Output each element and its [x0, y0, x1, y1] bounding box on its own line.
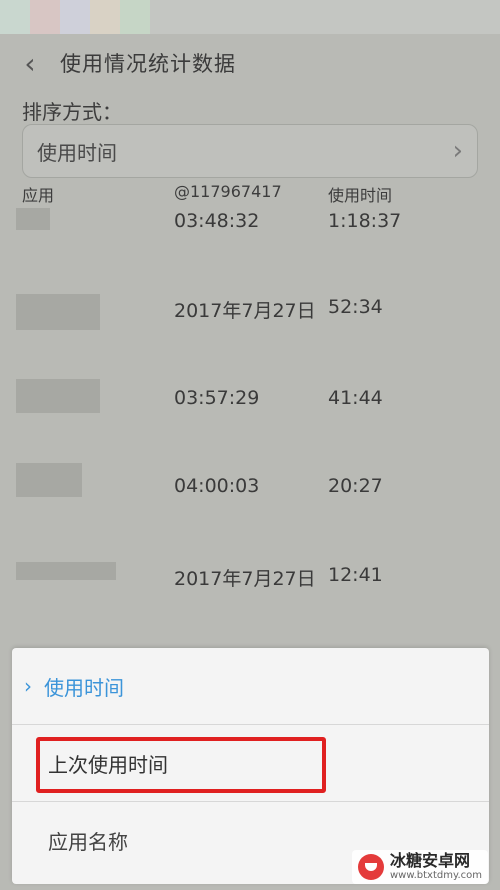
sort-option-usage-time[interactable]: › 使用时间: [12, 648, 489, 724]
app-name-redacted: [16, 562, 116, 580]
table-row[interactable]: 03:48:32 1:18:37: [0, 206, 500, 236]
table-row[interactable]: 03:57:29 41:44: [0, 379, 500, 413]
duration-cell: 41:44: [328, 387, 383, 409]
table-header: 应用 @117967417 使用时间: [0, 180, 500, 206]
app-name-redacted: [16, 294, 100, 330]
duration-cell: 52:34: [328, 296, 383, 318]
back-button[interactable]: ‹: [0, 34, 60, 92]
column-header-last-used: @117967417: [174, 182, 282, 201]
status-bar-block: [90, 0, 120, 34]
duration-cell: 12:41: [328, 564, 383, 586]
duration-cell: 20:27: [328, 475, 383, 497]
watermark-logo-icon: [357, 854, 384, 880]
highlight-box: [36, 737, 326, 793]
table-row[interactable]: 2017年7月27日 12:41: [0, 560, 500, 590]
last-used-cell: 2017年7月27日: [174, 568, 316, 590]
chevron-left-icon: ‹: [24, 46, 36, 80]
watermark-url: www.btxtdmy.com: [389, 870, 482, 881]
page-title: 使用情况统计数据: [60, 52, 236, 76]
app-name-redacted: [16, 208, 50, 230]
chevron-right-icon: ›: [452, 136, 463, 166]
status-bar-block: [120, 0, 150, 34]
last-used-cell: 04:00:03: [174, 475, 260, 497]
app-name-redacted: [16, 463, 82, 497]
status-bar-block: [60, 0, 90, 34]
status-bar-block: [30, 0, 60, 34]
duration-cell: 1:18:37: [328, 210, 402, 232]
status-bar: [0, 0, 500, 34]
table-row[interactable]: 2017年7月27日 52:34: [0, 292, 500, 330]
sort-option-label: 使用时间: [44, 675, 124, 700]
chevron-right-icon: ›: [24, 674, 32, 698]
app-bar: ‹ 使用情况统计数据: [0, 34, 500, 92]
sort-option-label: 应用名称: [48, 829, 128, 854]
column-header-app: 应用: [22, 186, 55, 205]
watermark: 冰糖安卓网 www.btxtdmy.com: [351, 850, 488, 884]
last-used-cell: 03:48:32: [174, 210, 260, 232]
column-header-usage-time: 使用时间: [328, 186, 393, 205]
app-name-redacted: [16, 379, 100, 413]
last-used-cell: 2017年7月27日: [174, 300, 316, 322]
sort-value: 使用时间: [37, 140, 117, 165]
sort-select[interactable]: 使用时间 ›: [22, 124, 478, 178]
last-used-cell: 03:57:29: [174, 387, 260, 409]
sort-options-sheet: › 使用时间 上次使用时间 应用名称: [12, 648, 489, 884]
table-row[interactable]: 04:00:03 20:27: [0, 463, 500, 501]
status-bar-block: [0, 0, 30, 34]
sort-label: 排序方式：: [22, 100, 122, 124]
watermark-title: 冰糖安卓网: [389, 851, 470, 870]
